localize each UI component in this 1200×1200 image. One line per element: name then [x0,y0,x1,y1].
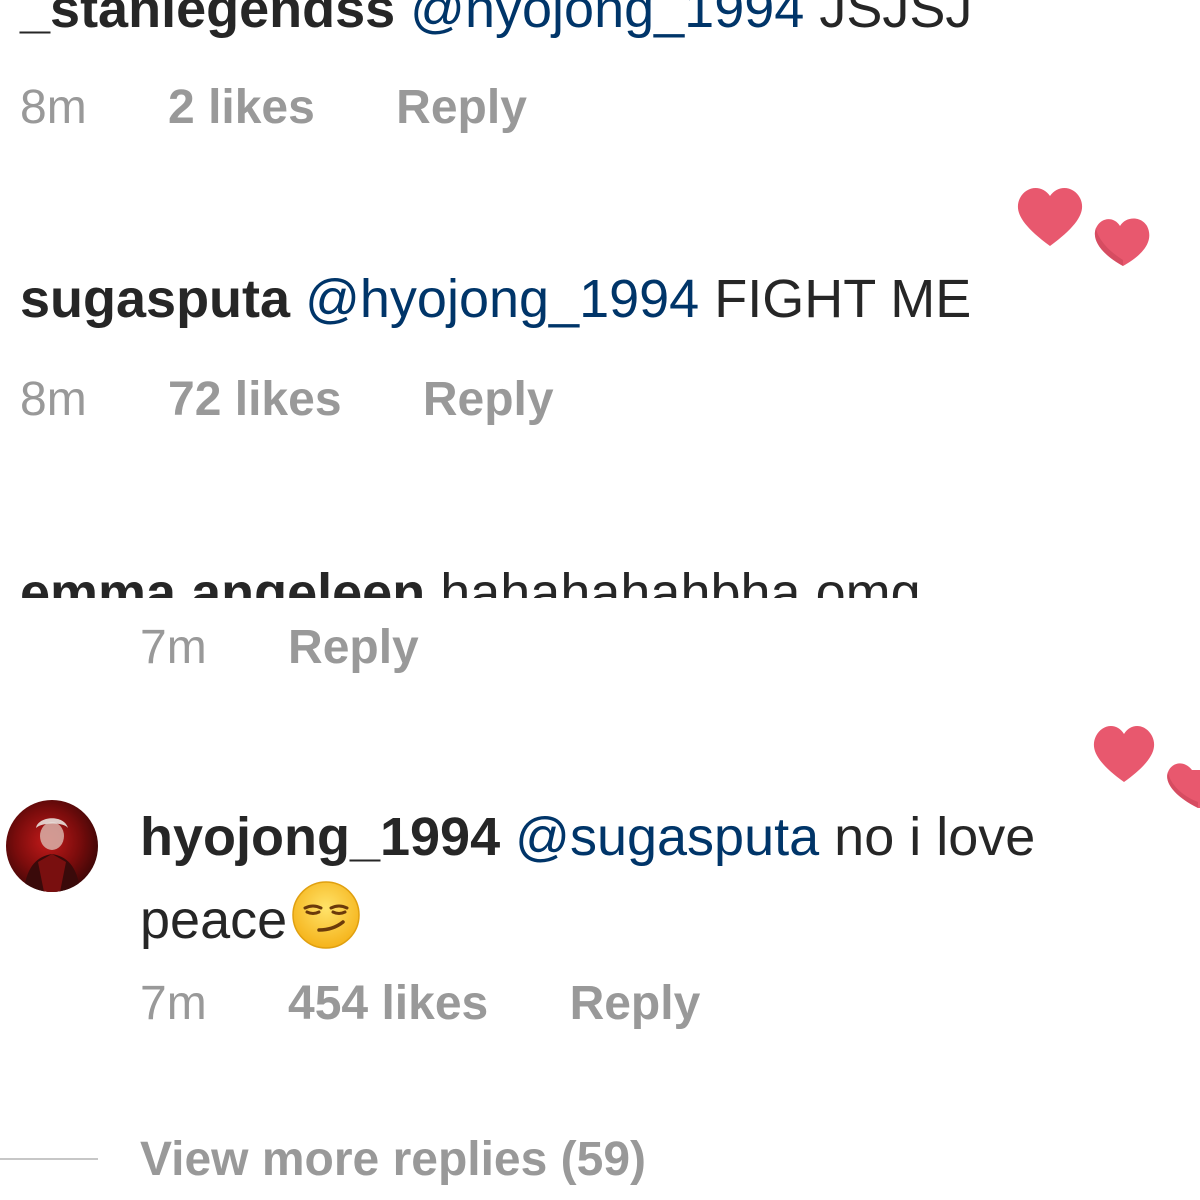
comment-stanlegendss: _stanlegendss @hyojong_1994 JSJSJ [0,0,1200,40]
comment-mention[interactable]: @sugasputa [515,807,819,867]
comment-meta: 8m 2 likes Reply [20,84,527,132]
comment-time: 7m [140,621,207,674]
comment-text: JSJSJ [804,0,973,39]
comments-screen: _stanlegendss @hyojong_1994 JSJSJ 8m 2 l… [0,0,1200,1200]
comment-text: FIGHT ME [699,269,972,329]
comment-mention[interactable]: @hyojong_1994 [410,0,804,39]
comment-text: no i love [819,807,1036,867]
comment-body: emma.angeleen hahahahahbha omg [20,566,921,598]
replies-divider [0,1158,98,1160]
smirking-face-icon [292,881,360,949]
comment-hyojong: hyojong_1994 @sugasputa no i love [140,810,1035,864]
likes-count[interactable]: 2 likes [168,84,315,132]
reply-button[interactable]: Reply [570,980,701,1028]
reply-button[interactable]: Reply [288,624,419,672]
view-more-replies-button[interactable]: View more replies (59) [140,1136,646,1184]
comment-username[interactable]: emma.angeleen [20,563,425,598]
comment-username[interactable]: hyojong_1994 [140,807,500,867]
comment-username[interactable]: sugasputa [20,269,290,329]
comment-text: hahahahahbha omg [425,563,921,598]
comment-time: 8m [20,81,87,134]
profile-avatar [24,818,80,892]
likes-count[interactable]: 454 likes [288,980,488,1028]
comment-meta: 7m Reply [140,624,419,672]
comment-hyojong-line2: peace [140,880,361,950]
likes-count[interactable]: 72 likes [168,376,341,424]
heart-icon[interactable] [1010,180,1165,270]
comment-meta: 7m 454 likes Reply [140,980,700,1028]
comment-body: _stanlegendss @hyojong_1994 JSJSJ [20,0,972,36]
comment-text: peace [140,890,288,950]
comment-mention[interactable]: @hyojong_1994 [305,269,699,329]
comment-username[interactable]: _stanlegendss [20,0,395,39]
heart-icon[interactable] [1088,718,1200,810]
avatar[interactable] [6,800,98,892]
comment-sugasputa: sugasputa @hyojong_1994 FIGHT ME [20,272,971,326]
reply-button[interactable]: Reply [423,376,554,424]
comment-meta: 8m 72 likes Reply [20,376,554,424]
reply-button[interactable]: Reply [396,84,527,132]
comment-time: 7m [140,977,207,1030]
comment-time: 8m [20,373,87,426]
comment-emma-angeleen: emma.angeleen hahahahahbha omg [0,540,1200,598]
